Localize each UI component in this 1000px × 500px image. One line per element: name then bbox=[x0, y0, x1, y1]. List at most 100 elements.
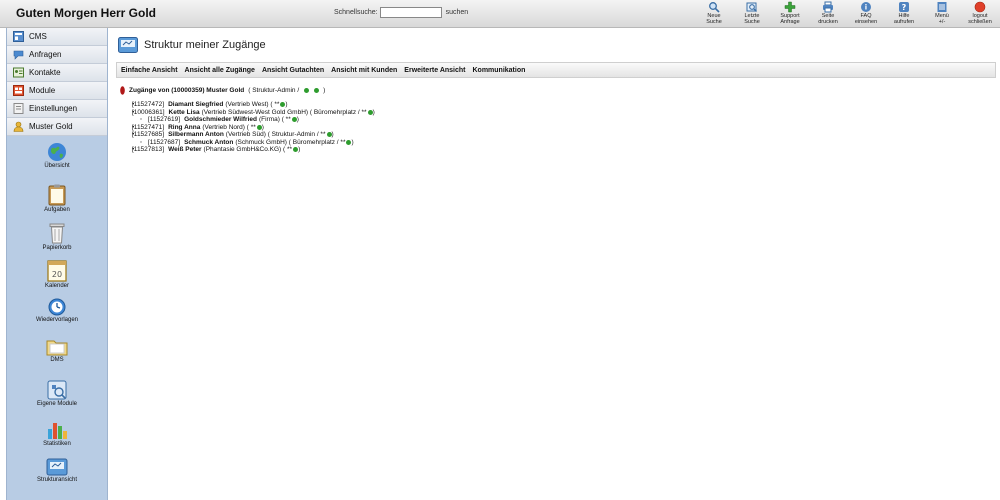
support-request-button[interactable]: Support Anfrage bbox=[771, 0, 809, 27]
settings-icon bbox=[13, 103, 24, 114]
module-uebersicht[interactable]: Übersicht bbox=[7, 142, 107, 184]
sidebar-item-muster-gold[interactable]: Muster Gold bbox=[7, 118, 107, 136]
module-strukturansicht[interactable]: Strukturansicht bbox=[7, 458, 107, 498]
search-label: Schnellsuche: bbox=[334, 9, 378, 16]
module-launcher: Übersicht Aufgaben Papierkorb 20 Kalende… bbox=[7, 136, 107, 498]
cms-icon bbox=[13, 31, 24, 42]
last-search-button[interactable]: Letzte Suche bbox=[733, 0, 771, 27]
bullet-icon: • bbox=[132, 108, 135, 116]
account-info-end: ) bbox=[351, 138, 354, 146]
page-header: Struktur meiner Zugänge bbox=[118, 37, 266, 53]
new-search-button[interactable]: Neue Suche bbox=[695, 0, 733, 27]
tree-row[interactable]: • [11527813] Weiß Peter (Phantasie GmbH&… bbox=[120, 146, 375, 154]
account-id: [11527619] bbox=[148, 116, 181, 124]
tree-row[interactable]: ◦ [11527687] Schmuck Anton (Schmuck GmbH… bbox=[120, 139, 375, 147]
bullet-icon: • bbox=[132, 101, 135, 109]
sidebar-item-label: Muster Gold bbox=[29, 122, 73, 131]
sidebar-item-einstellungen[interactable]: Einstellungen bbox=[7, 100, 107, 118]
tab-ansicht-alle-zugaenge[interactable]: Ansicht alle Zugänge bbox=[185, 67, 255, 74]
tab-kommunikation[interactable]: Kommunikation bbox=[473, 67, 526, 74]
toolbar-label: einsehen bbox=[854, 19, 878, 25]
tree-root-close: ) bbox=[323, 87, 326, 94]
history-search-icon bbox=[746, 2, 757, 12]
account-info-end: ) bbox=[298, 146, 301, 154]
module-statistiken[interactable]: Statistiken bbox=[7, 420, 107, 458]
tree-row[interactable]: ◦ [11527619] Goldschmieder Wilfried (Fir… bbox=[120, 116, 375, 124]
bullet-icon: ◦ bbox=[140, 116, 143, 124]
toolbar: Neue Suche Letzte Suche Support Anfrage … bbox=[695, 0, 999, 27]
tab-einfache-ansicht[interactable]: Einfache Ansicht bbox=[121, 67, 178, 74]
module-label: Übersicht bbox=[44, 163, 70, 169]
account-info-end: ) bbox=[296, 116, 299, 124]
contacts-icon bbox=[13, 67, 24, 78]
sidebar-nav: CMS Anfragen Kontakte Module Einstellung… bbox=[7, 28, 107, 136]
sidebar-item-anfragen[interactable]: Anfragen bbox=[7, 46, 107, 64]
help-button[interactable]: ? Hilfe aufrufen bbox=[885, 0, 923, 27]
account-name[interactable]: Diamant Siegfried bbox=[168, 101, 223, 108]
structure-icon bbox=[118, 37, 138, 53]
account-name[interactable]: Kette Lisa bbox=[169, 109, 200, 116]
main-content: Struktur meiner Zugänge Einfache Ansicht… bbox=[110, 28, 1000, 500]
bullet-icon: • bbox=[132, 146, 135, 154]
status-icon[interactable] bbox=[304, 88, 310, 93]
faq-icon: i bbox=[861, 2, 871, 12]
toolbar-label: Suche bbox=[706, 19, 722, 25]
menu-toggle-button[interactable]: Menü +/- bbox=[923, 0, 961, 27]
account-id: [11527472] bbox=[132, 101, 165, 109]
account-id: [11527471] bbox=[132, 123, 165, 131]
toolbar-label: aufrufen bbox=[893, 19, 915, 25]
page-title: Struktur meiner Zugänge bbox=[144, 39, 266, 51]
account-name[interactable]: Goldschmieder Wilfried bbox=[184, 116, 257, 123]
print-icon bbox=[823, 1, 833, 13]
account-info: (Vertrieb Süd) ( Struktur-Admin / ** bbox=[225, 131, 326, 139]
account-name[interactable]: Silbermann Anton bbox=[168, 131, 224, 138]
sidebar-item-cms[interactable]: CMS bbox=[7, 28, 107, 46]
sidebar-item-kontakte[interactable]: Kontakte bbox=[7, 64, 107, 82]
add-icon[interactable] bbox=[314, 88, 320, 93]
module-eigene-module[interactable]: Eigene Module bbox=[7, 380, 107, 420]
account-name[interactable]: Ring Anna bbox=[168, 124, 200, 131]
toolbar-label: Suche bbox=[744, 19, 760, 25]
toolbar-label: schließen bbox=[968, 19, 992, 25]
account-name[interactable]: Schmuck Anton bbox=[184, 139, 233, 146]
bullet-icon: • bbox=[132, 123, 135, 131]
sidebar-item-label: Anfragen bbox=[29, 50, 62, 59]
bullet-icon: ◦ bbox=[140, 138, 143, 146]
svg-text:i: i bbox=[865, 4, 867, 12]
print-page-button[interactable]: Seite drucken bbox=[809, 0, 847, 27]
search-button[interactable]: suchen bbox=[446, 9, 469, 16]
tree-row[interactable]: • [11527471] Ring Anna (Vertrieb Nord) (… bbox=[120, 124, 375, 132]
toolbar-label: drucken bbox=[818, 19, 838, 25]
tree-row[interactable]: • [10006361] Kette Lisa (Vertrieb Südwes… bbox=[120, 109, 375, 117]
module-aufgaben[interactable]: Aufgaben bbox=[7, 184, 107, 222]
menu-icon bbox=[937, 2, 947, 12]
module-papierkorb[interactable]: Papierkorb bbox=[7, 222, 107, 260]
tab-ansicht-gutachten[interactable]: Ansicht Gutachten bbox=[262, 67, 324, 74]
module-dms[interactable]: DMS bbox=[7, 338, 107, 380]
module-label: Papierkorb bbox=[42, 245, 72, 251]
module-kalender[interactable]: 20 Kalender bbox=[7, 260, 107, 298]
svg-text:20: 20 bbox=[52, 270, 62, 279]
faq-button[interactable]: i FAQ einsehen bbox=[847, 0, 885, 27]
module-wiedervorlagen[interactable]: Wiedervorlagen bbox=[7, 298, 107, 338]
sidebar-item-label: Module bbox=[29, 86, 56, 95]
tree-root-owner: Zugänge von (10000359) Muster Gold bbox=[129, 87, 245, 94]
tree-row[interactable]: • [11527685] Silbermann Anton (Vertrieb … bbox=[120, 131, 375, 139]
search-input[interactable] bbox=[379, 7, 442, 18]
tab-ansicht-mit-kunden[interactable]: Ansicht mit Kunden bbox=[331, 67, 397, 74]
structure-icon bbox=[46, 458, 68, 476]
svg-text:?: ? bbox=[902, 3, 907, 12]
clipboard-icon bbox=[48, 184, 66, 206]
sidebar-item-label: Einstellungen bbox=[29, 104, 78, 113]
tree-row[interactable]: • [11527472] Diamant Siegfried (Vertrieb… bbox=[120, 101, 375, 109]
account-name[interactable]: Weiß Peter bbox=[168, 146, 201, 153]
account-info: (Vertrieb Südwest-West Gold GmbH) ( Büro… bbox=[201, 108, 367, 116]
bar-chart-icon bbox=[48, 423, 67, 439]
clock-icon bbox=[48, 298, 66, 316]
sidebar-item-label: Kontakte bbox=[29, 68, 61, 77]
logout-button[interactable]: logout schließen bbox=[961, 0, 999, 27]
sidebar-item-module[interactable]: Module bbox=[7, 82, 107, 100]
tab-erweiterte-ansicht[interactable]: Erweiterte Ansicht bbox=[404, 67, 465, 74]
puzzle-icon bbox=[47, 380, 67, 400]
account-info: (Firma) ( ** bbox=[258, 116, 291, 124]
